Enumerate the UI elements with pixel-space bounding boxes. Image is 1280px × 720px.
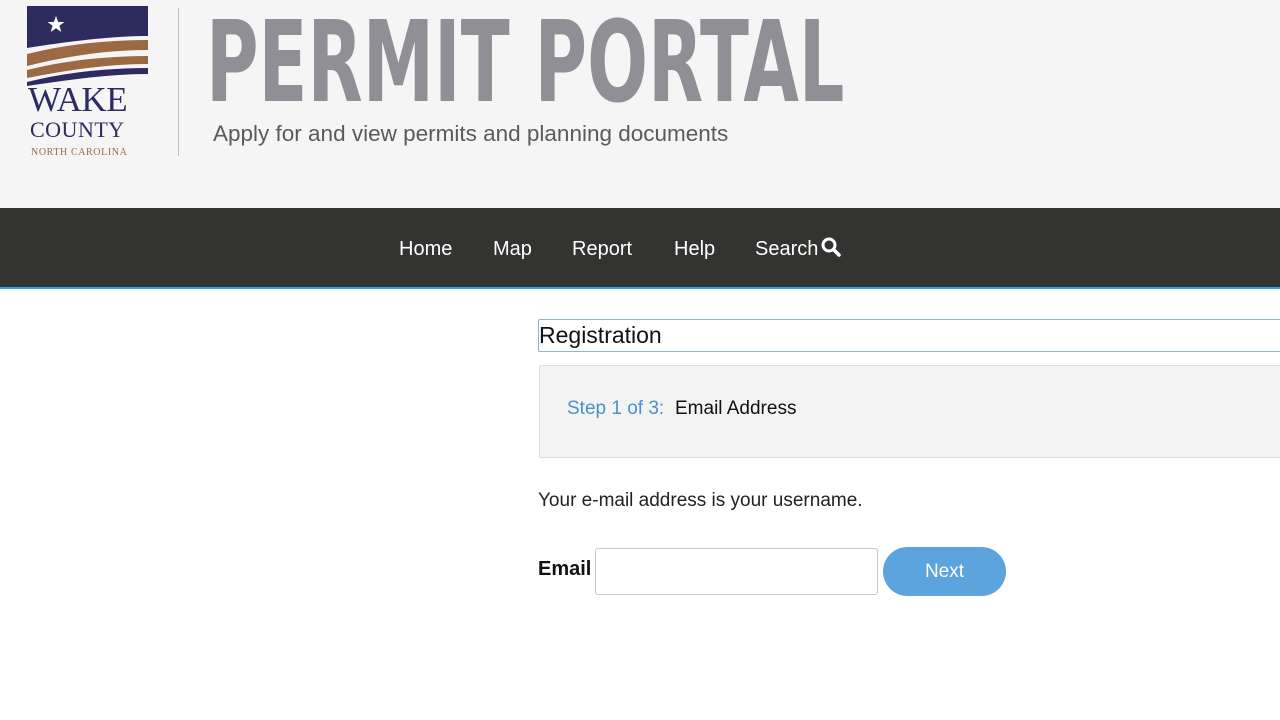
email-label: Email bbox=[538, 558, 592, 580]
nav-search[interactable]: Search bbox=[755, 235, 842, 265]
registration-title: Registration bbox=[538, 319, 1280, 352]
nav-report[interactable]: Report bbox=[572, 235, 632, 263]
portal-title: PERMIT PORTAL bbox=[206, 0, 845, 128]
step-indicator: Step 1 of 3: Email Address bbox=[539, 365, 1280, 458]
site-header: WAKE COUNTY NORTH CAROLINA PERMIT PORTAL… bbox=[0, 0, 1280, 208]
logo-text-county: COUNTY bbox=[30, 117, 125, 142]
nav-search-label: Search bbox=[755, 238, 819, 260]
step-label: Step 1 of 3: bbox=[567, 398, 665, 419]
logo-text-state: NORTH CAROLINA bbox=[31, 147, 128, 158]
header-divider bbox=[178, 8, 179, 156]
username-helper-text: Your e-mail address is your username. bbox=[538, 490, 863, 511]
nav-home[interactable]: Home bbox=[399, 235, 452, 263]
nav-help[interactable]: Help bbox=[674, 235, 715, 263]
email-field[interactable] bbox=[595, 548, 878, 595]
logo-flag-graphic bbox=[27, 6, 148, 86]
portal-subtitle: Apply for and view permits and planning … bbox=[213, 121, 729, 146]
step-name: Email Address bbox=[675, 398, 797, 419]
main-nav: Home Map Report Help Search bbox=[0, 208, 1280, 289]
search-icon bbox=[821, 237, 842, 265]
next-button[interactable]: Next bbox=[883, 547, 1006, 596]
nav-map[interactable]: Map bbox=[493, 235, 532, 263]
wake-county-logo[interactable]: WAKE COUNTY NORTH CAROLINA bbox=[27, 6, 149, 161]
logo-text-wake: WAKE bbox=[28, 80, 128, 119]
